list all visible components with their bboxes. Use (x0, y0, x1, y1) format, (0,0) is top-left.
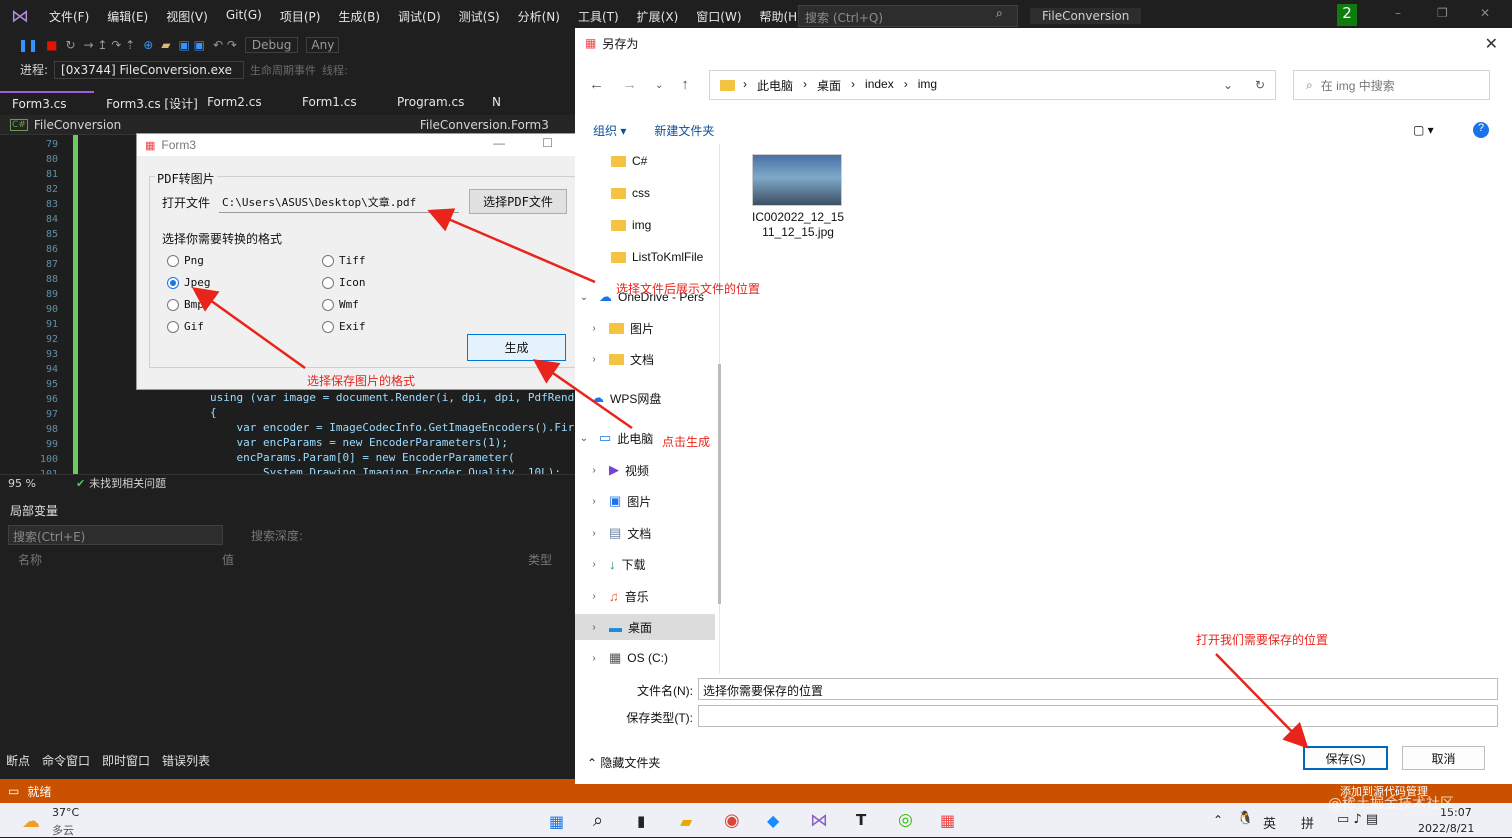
arrow-file-pos (427, 208, 596, 284)
form-app-icon[interactable]: ▦ (940, 811, 955, 830)
annotation-format: 选择保存图片的格式 (307, 374, 416, 388)
weather-text: 多云 (52, 824, 74, 837)
tray-chevron-icon[interactable]: ⌃ (1213, 813, 1223, 827)
weather-icon[interactable]: ☁ (22, 811, 40, 832)
qq-icon[interactable]: 🐧 (1237, 811, 1253, 826)
annotation-arrows (191, 208, 1309, 749)
ime-lang[interactable]: 英 (1263, 813, 1276, 832)
annotation-save-location: 打开我们需要保存的位置 (1196, 633, 1329, 647)
explorer-icon[interactable]: ▰ (680, 812, 692, 831)
typora-icon[interactable]: T (856, 811, 866, 829)
visual-studio-icon[interactable]: ⋈ (810, 810, 828, 831)
network-icon[interactable]: ▭ ♪ ▤ (1337, 812, 1378, 827)
app-icon[interactable]: ◆ (767, 811, 779, 830)
arrow-format (191, 287, 306, 370)
ime-mode[interactable]: 拼 (1301, 813, 1314, 832)
wechat-icon[interactable]: ◎ (898, 810, 913, 830)
task-view-icon[interactable]: ▮ (637, 812, 645, 830)
arrow-save (1215, 653, 1309, 749)
watermark: @稀土掘金技术社区 (1328, 796, 1454, 812)
arrow-generate (532, 359, 633, 430)
clock-date: 2022/8/21 (1418, 822, 1475, 835)
annotation-file-pos: 选择文件后展示文件的位置 (616, 282, 761, 296)
start-icon[interactable]: ▦ (549, 812, 564, 831)
search-icon[interactable]: ⌕ (593, 810, 603, 831)
annotation-generate: 点击生成 (662, 435, 711, 449)
temperature: 37°C (52, 806, 80, 819)
windows-taskbar: ☁ 37°C 多云 ▦ ⌕ ▮ ▰ ◉ ◆ ⋈ T ◎ ▦ ⌃ 🐧 英 拼 ▭ … (0, 803, 1512, 837)
chrome-icon[interactable]: ◉ (724, 810, 740, 831)
